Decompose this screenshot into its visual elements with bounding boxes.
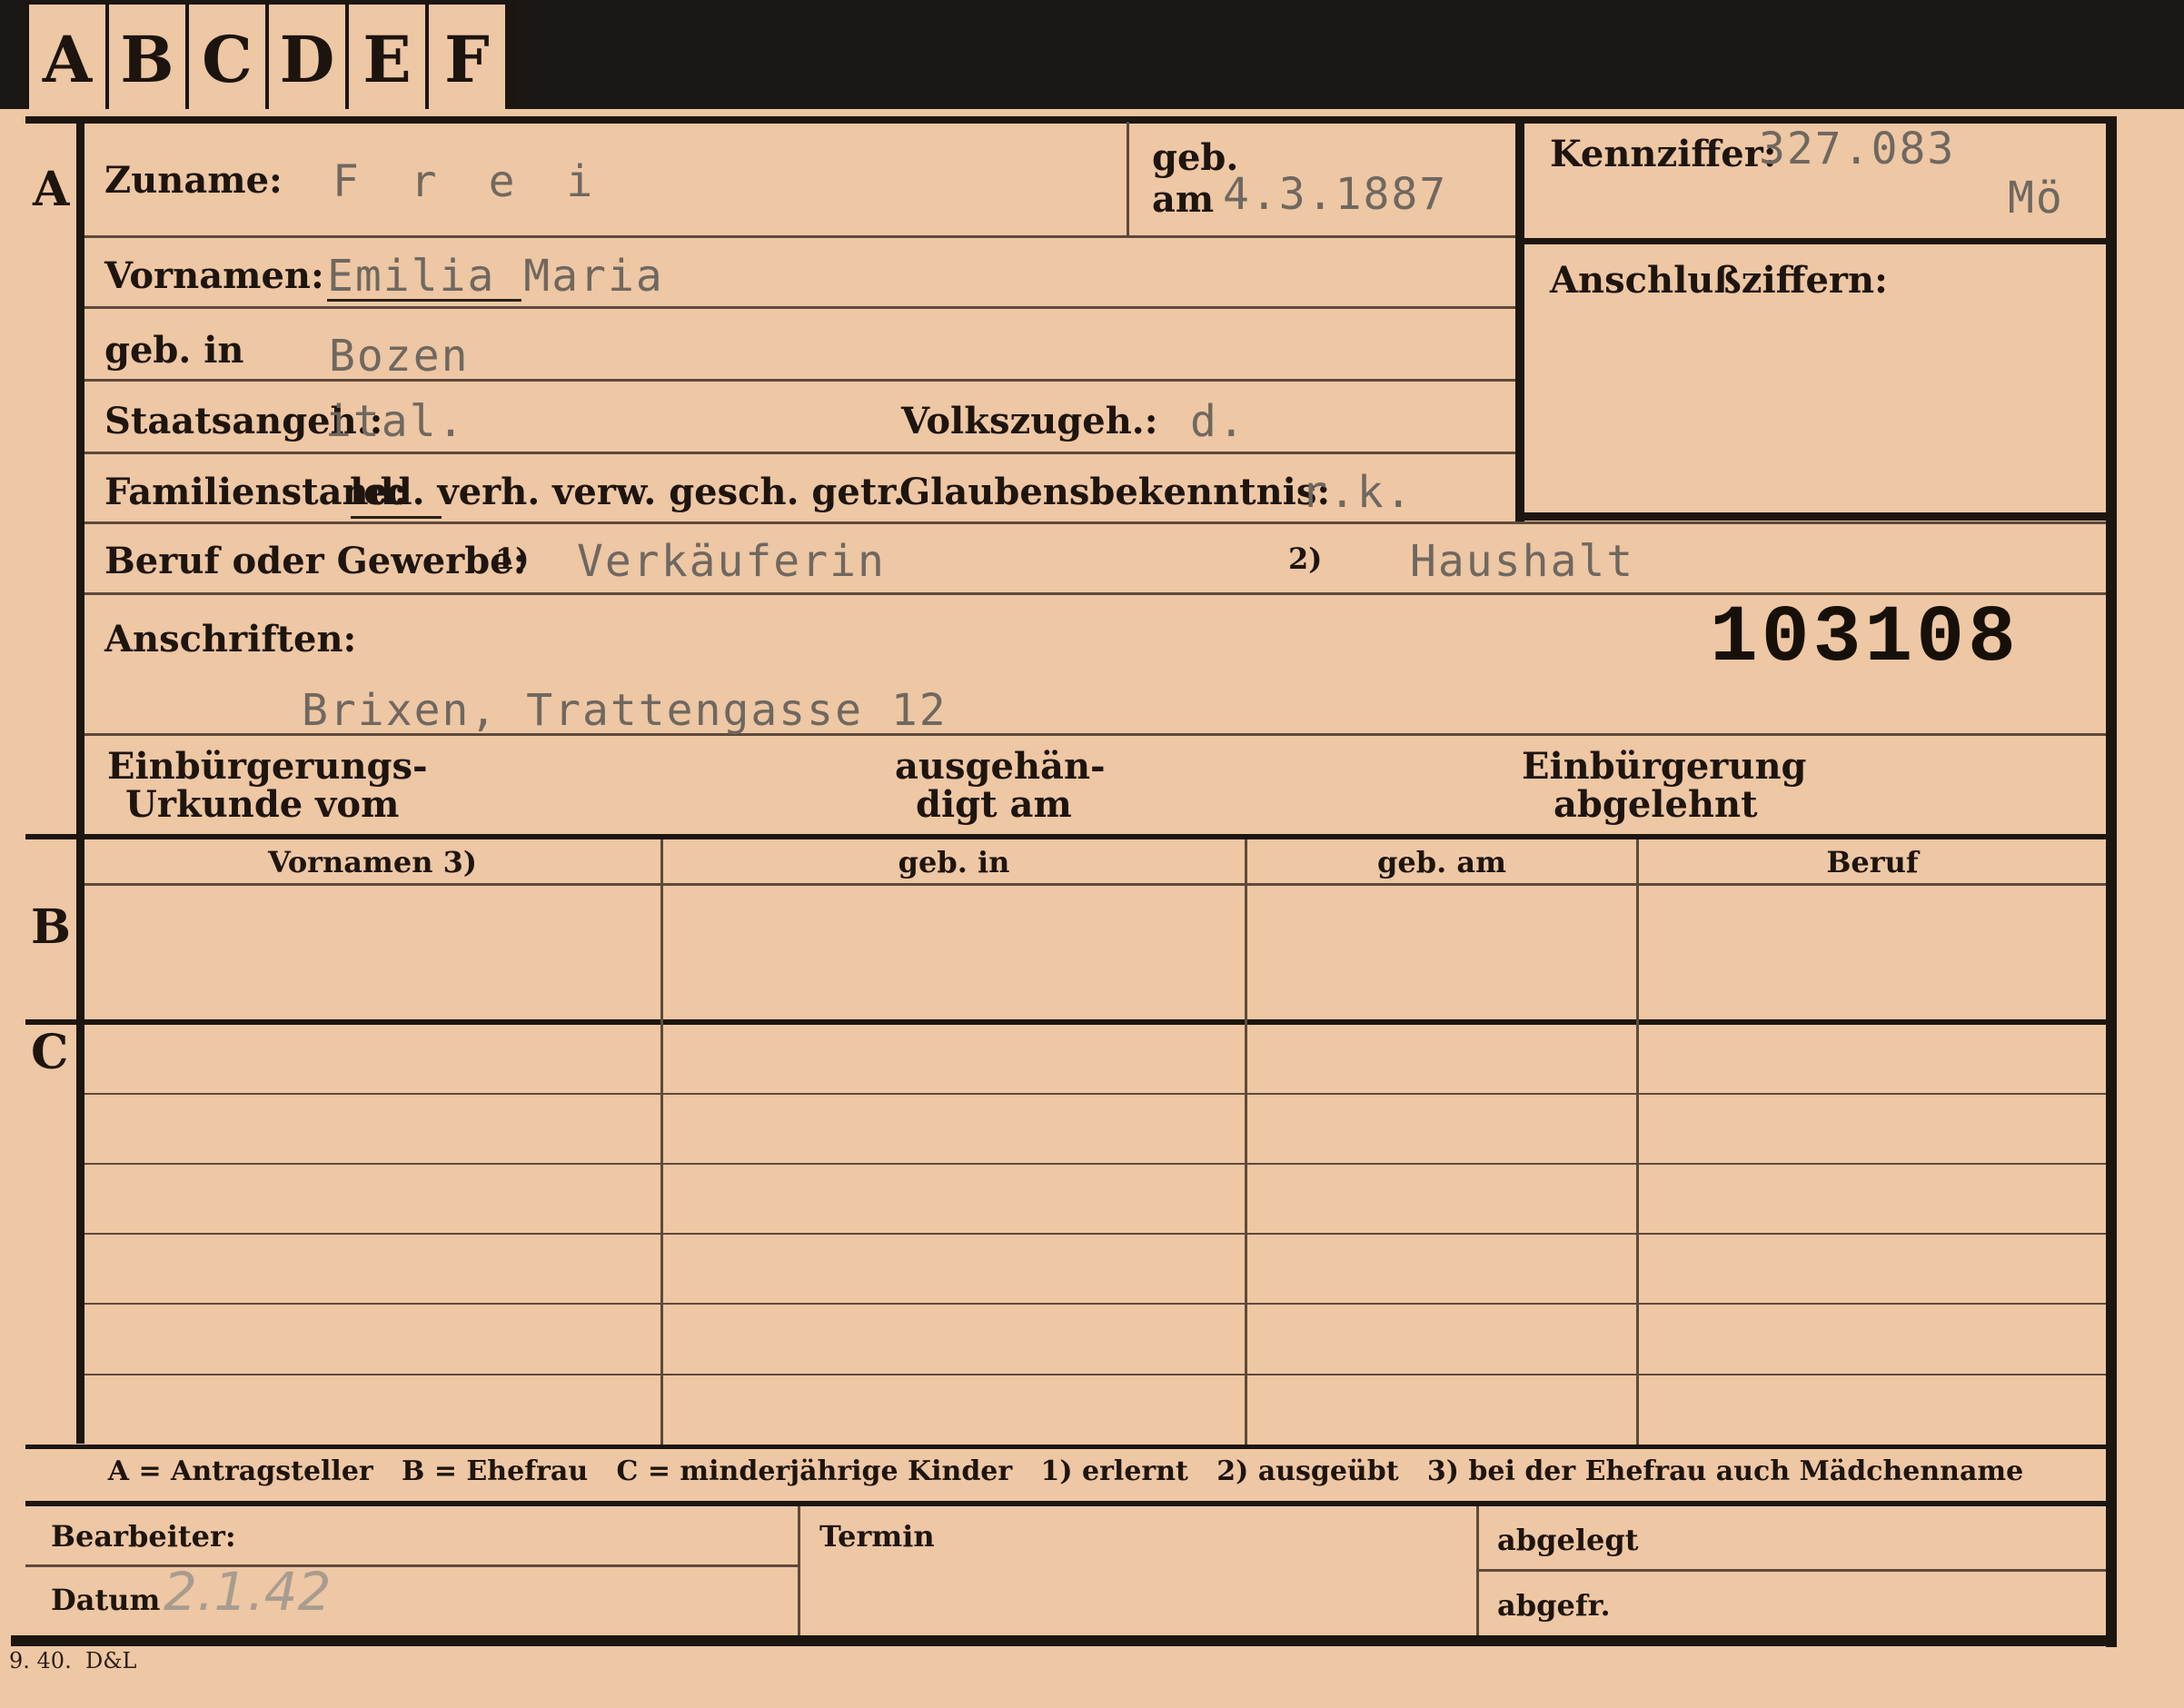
column-header-beruf: Beruf xyxy=(1826,845,1919,879)
card-right-border xyxy=(2106,116,2117,1647)
geburtsort-value: Bozen xyxy=(329,331,470,382)
card-top-border xyxy=(25,116,2115,124)
zuname-value: F r e i xyxy=(333,156,606,207)
legend-text: A = Antragsteller B = Ehefrau C = minder… xyxy=(107,1455,2024,1487)
bearbeiter-label: Bearbeiter: xyxy=(51,1519,236,1554)
legend-top-line xyxy=(25,1445,2115,1449)
rule xyxy=(84,235,1515,238)
geburtsort-label: geb. in xyxy=(104,329,244,372)
rule xyxy=(1127,122,1129,235)
legend-bottom-line xyxy=(25,1501,2115,1506)
section-b-letter: B xyxy=(31,899,71,955)
tab-b: B xyxy=(109,5,189,114)
glaubensbekenntnis-label: Glaubensbekenntnis: xyxy=(899,471,1331,513)
familienstand-selected-underline xyxy=(351,516,442,519)
section-a-letter: A xyxy=(33,162,70,217)
kennziffer-box-left xyxy=(1515,122,1524,521)
row-rule xyxy=(84,1163,2106,1165)
rule xyxy=(798,1506,800,1635)
section-c-letter: C xyxy=(31,1025,69,1080)
einbuergerungsurkunde-label-1: Einbürgerungs- xyxy=(107,745,428,788)
kennziffer-suffix: Mö xyxy=(2008,173,2064,223)
section-a-b-divider xyxy=(25,834,2115,839)
datum-value: 2.1.42 xyxy=(164,1561,332,1623)
geburtsdatum-value: 4.3.1887 xyxy=(1223,169,1448,220)
column-divider xyxy=(660,839,663,1445)
zuname-label: Zuname: xyxy=(104,159,283,202)
printer-mark: 9. 40. D&L xyxy=(9,1648,137,1673)
anschriften-label: Anschriften: xyxy=(104,618,357,660)
rule xyxy=(25,1564,798,1567)
datum-label: Datum xyxy=(51,1583,161,1617)
anschrift-value: Brixen, Trattengasse 12 xyxy=(302,685,948,736)
card-left-border xyxy=(76,122,84,1444)
row-rule xyxy=(84,1093,2106,1095)
staatsangehoerigkeit-value: ital. xyxy=(325,396,466,447)
am-label: am xyxy=(1152,178,1215,221)
einbuergerung-abgelehnt-label-2: abgelehnt xyxy=(1554,783,1758,826)
vornamen-label: Vornamen: xyxy=(104,254,324,297)
familienstand-options: led. verh. verw. gesch. getr. xyxy=(350,471,906,513)
footnote-1-marker: 1) xyxy=(495,541,530,576)
glaubensbekenntnis-value: r.k. xyxy=(1301,467,1414,518)
anschlussziffern-label: Anschlußziffern: xyxy=(1550,259,1888,302)
tab-e: E xyxy=(349,5,429,114)
beruf-label: Beruf oder Gewerbe: xyxy=(104,540,527,582)
tab-a: A xyxy=(29,5,109,114)
column-header-geburtsort: geb. in xyxy=(898,845,1010,879)
rufname-underline xyxy=(327,299,521,302)
kennziffer-value: 327.083 xyxy=(1759,124,1956,174)
card-bottom-border xyxy=(11,1635,2117,1646)
beruf-erlernt-value: Verkäuferin xyxy=(577,536,886,587)
footnote-2-marker: 2) xyxy=(1288,541,1323,576)
termin-label: Termin xyxy=(819,1519,935,1554)
rule xyxy=(84,521,2106,524)
rule xyxy=(84,883,2106,886)
kennziffer-box-bottom xyxy=(1515,512,2106,521)
einbuergerungsurkunde-label-2: Urkunde vom xyxy=(125,783,400,826)
column-divider xyxy=(1245,839,1247,1445)
rule xyxy=(84,306,1515,309)
tab-strip: A B C D E F xyxy=(25,0,516,116)
kennziffer-box-mid xyxy=(1515,238,2106,244)
volkszugehoerigkeit-label: Volkszugeh.: xyxy=(901,400,1158,442)
section-b-c-divider xyxy=(25,1019,2115,1025)
einbuergerung-abgelehnt-label-1: Einbürgerung xyxy=(1522,745,1807,788)
tab-c: C xyxy=(189,5,269,114)
rule xyxy=(1476,1569,2106,1572)
volkszugehoerigkeit-value: d. xyxy=(1190,396,1246,447)
ausgehaendigt-label-1: ausgehän- xyxy=(895,745,1106,788)
rule xyxy=(84,379,1515,382)
row-rule xyxy=(84,1303,2106,1305)
row-rule xyxy=(84,1233,2106,1235)
abgelegt-label: abgelegt xyxy=(1497,1523,1639,1557)
kennziffer-label: Kennziffer: xyxy=(1550,133,1777,175)
column-divider xyxy=(1636,839,1639,1445)
column-header-vornamen: Vornamen 3) xyxy=(267,845,478,879)
tab-f: F xyxy=(429,5,509,114)
row-rule xyxy=(84,1374,2106,1375)
abgefr-label: abgefr. xyxy=(1497,1588,1611,1623)
rule xyxy=(84,452,1515,454)
beruf-ausgeuebt-value: Haushalt xyxy=(1410,536,1635,587)
vornamen-value: Emilia Maria xyxy=(327,251,664,302)
column-header-geburtsdatum: geb. am xyxy=(1377,845,1506,879)
tab-d: D xyxy=(269,5,349,114)
ausgehaendigt-label-2: digt am xyxy=(916,783,1072,826)
stamped-number: 103108 xyxy=(1710,594,2020,684)
